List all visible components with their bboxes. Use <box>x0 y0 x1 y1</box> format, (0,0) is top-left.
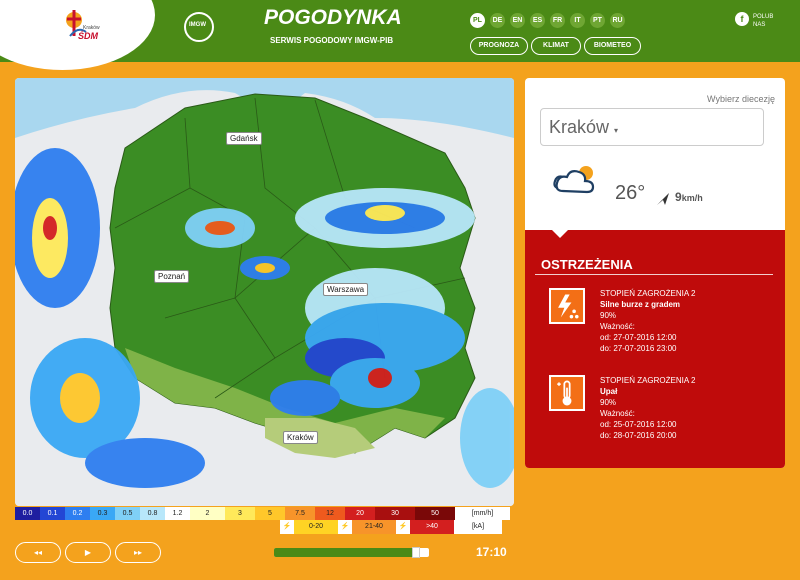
precip-legend-item: 2 <box>190 507 225 520</box>
alerts-divider <box>535 274 773 275</box>
lang-en[interactable]: EN <box>510 13 525 28</box>
sdm-text: ŚDM <box>78 31 98 41</box>
precip-legend-item: 7.5 <box>285 507 315 520</box>
alerts-title: OSTRZEŻENIA <box>541 257 633 272</box>
lang-es[interactable]: ES <box>530 13 545 28</box>
lightning-legend-item: 21-40 <box>352 520 396 534</box>
partly-cloudy-icon <box>553 166 595 194</box>
alert-probability: 90% <box>600 311 617 320</box>
wind-value: 9 <box>675 190 682 204</box>
lang-pt[interactable]: PT <box>590 13 605 28</box>
diocese-select[interactable]: Kraków ▾ <box>540 108 764 146</box>
diocese-value: Kraków <box>549 117 610 137</box>
wind-speed: 9km/h <box>675 190 703 204</box>
chevron-down-icon: ▾ <box>614 126 619 135</box>
lang-fr[interactable]: FR <box>550 13 565 28</box>
wind-unit: km/h <box>681 193 703 203</box>
precip-legend-item: 30 <box>375 507 415 520</box>
precip-legend: 0.0 0.1 0.2 0.3 0.5 0.8 1.2 2 3 5 7.5 12 20 30 50 [mm/h… <box>15 507 510 520</box>
nav-klimat-button[interactable]: KLIMAT <box>531 37 581 55</box>
lightning-icon: ⚡ <box>396 520 410 534</box>
precip-legend-item: 1.2 <box>165 507 190 520</box>
nav-biometeo-button[interactable]: BIOMETEO <box>584 37 641 55</box>
lightning-icon: ⚡ <box>280 520 294 534</box>
city-label-poznan[interactable]: Poznań <box>154 270 190 283</box>
fast-forward-button[interactable]: ▸▸ <box>115 542 161 563</box>
alert-from: od: 25-07-2016 12:00 <box>600 420 677 429</box>
city-label-warszawa[interactable]: Warszawa <box>323 283 369 296</box>
temperature: 26° <box>615 182 646 204</box>
radar-map-image <box>15 78 514 506</box>
precip-legend-item: 50 <box>415 507 455 520</box>
alert-name: Silne burze z gradem <box>600 300 681 309</box>
lang-pl[interactable]: PL <box>470 13 485 28</box>
thermometer-icon <box>549 375 585 411</box>
lightning-legend: ⚡ 0-20 ⚡ 21-40 ⚡ >40 [kA] <box>280 520 502 534</box>
lightning-icon: ⚡ <box>338 520 352 534</box>
lightning-legend-item: >40 <box>410 520 454 534</box>
facebook-like-link[interactable]: POLUB NAS <box>753 13 773 29</box>
brand-title[interactable]: POGODYNKA <box>264 6 402 30</box>
alert-text: STOPIEŃ ZAGROŻENIA 2 Silne burze z grade… <box>600 288 695 354</box>
precip-legend-item: 3 <box>225 507 255 520</box>
alert-text: STOPIEŃ ZAGROŻENIA 2 Upał 90% Ważność: o… <box>600 375 695 441</box>
precip-legend-item: 12 <box>315 507 345 520</box>
current-time: 17:10 <box>476 545 507 559</box>
diocese-label: Wybierz diecezję <box>707 94 775 104</box>
alert-to: do: 28-07-2016 20:00 <box>600 431 677 440</box>
city-label-krakow[interactable]: Kraków <box>283 431 318 444</box>
alert-validity-label: Ważność: <box>600 409 635 418</box>
radar-map[interactable]: Gdańsk Poznań Warszawa Kraków <box>15 78 514 506</box>
brand-subtitle: SERWIS POGODOWY IMGW-PIB <box>270 36 394 45</box>
lightning-legend-item: 0-20 <box>294 520 338 534</box>
alerts-notch <box>551 229 569 238</box>
precip-legend-item: 0.0 <box>15 507 40 520</box>
alerts-section: OSTRZEŻENIA STOPIEŃ ZAGROŻENIA 2 Silne b… <box>525 229 785 468</box>
alert-probability: 90% <box>600 398 617 407</box>
alert-to: do: 27-07-2016 23:00 <box>600 344 677 353</box>
nav-prognoza-button[interactable]: PROGNOZA <box>470 37 528 55</box>
precip-legend-item: 20 <box>345 507 375 520</box>
precip-legend-item: 0.3 <box>90 507 115 520</box>
alert-level: STOPIEŃ ZAGROŻENIA 2 <box>600 289 696 298</box>
facebook-like-line2: NAS <box>753 22 766 28</box>
alert-validity-label: Ważność: <box>600 322 635 331</box>
header: Kraków ŚDM IMGW POGODYNKA SERWIS POGODOW… <box>0 0 800 70</box>
storm-hail-icon <box>549 288 585 324</box>
timeline-knob[interactable] <box>411 547 420 558</box>
lightning-legend-item: [kA] <box>454 520 502 534</box>
rewind-button[interactable]: ◂◂ <box>15 542 61 563</box>
facebook-icon[interactable]: f <box>735 12 749 26</box>
alert-from: od: 27-07-2016 12:00 <box>600 333 677 342</box>
lang-ru[interactable]: RU <box>610 13 625 28</box>
lang-de[interactable]: DE <box>490 13 505 28</box>
imgw-text: IMGW <box>189 22 206 28</box>
precip-legend-item: 0.5 <box>115 507 140 520</box>
side-panel: Wybierz diecezję Kraków ▾ 26° 9km/h OSTR… <box>525 78 785 468</box>
timeline-slider[interactable] <box>274 547 429 558</box>
precip-legend-item: 0.2 <box>65 507 90 520</box>
wind-direction-icon <box>657 193 669 205</box>
precip-legend-item: 0.8 <box>140 507 165 520</box>
facebook-like-line1: POLUB <box>753 14 774 20</box>
play-button[interactable]: ▶ <box>65 542 111 563</box>
timeline-progress-fill <box>274 548 420 557</box>
city-label-gdansk[interactable]: Gdańsk <box>226 132 262 145</box>
precip-legend-item: 0.1 <box>40 507 65 520</box>
precip-legend-item: 5 <box>255 507 285 520</box>
alert-name: Upał <box>600 387 618 396</box>
lang-it[interactable]: IT <box>570 13 585 28</box>
precip-legend-item: [mm/h] <box>455 507 510 520</box>
alert-level: STOPIEŃ ZAGROŻENIA 2 <box>600 376 696 385</box>
